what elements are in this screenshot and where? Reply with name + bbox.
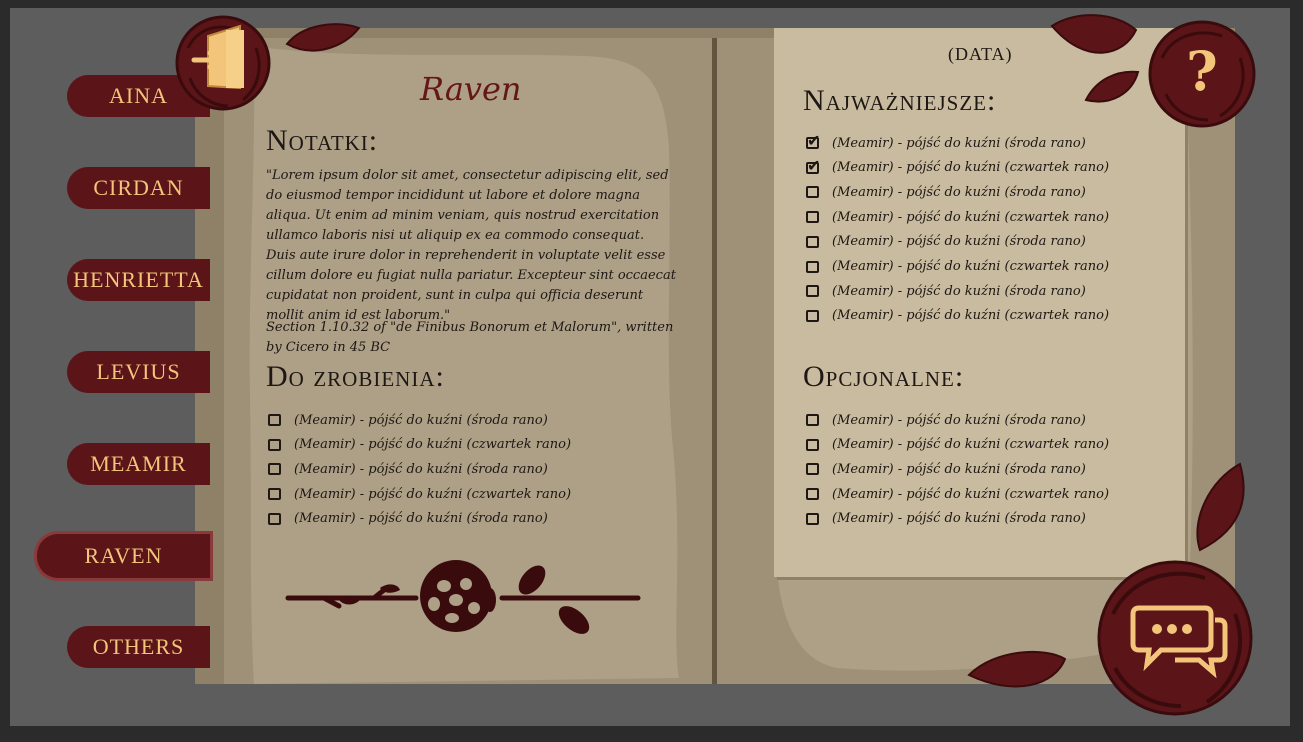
tab-raven[interactable]: RAVEN	[37, 534, 210, 578]
book-spine	[712, 38, 717, 684]
todo-item[interactable]: (Meamir) - pójść do kuźni (środa rano)	[268, 508, 548, 530]
optional-item[interactable]: (Meamir) - pójść do kuźni (środa rano)	[806, 508, 1086, 530]
todo-item[interactable]: (Meamir) - pójść do kuźni (środa rano)	[268, 409, 548, 431]
todo-item[interactable]: (Meamir) - pójść do kuźni (czwartek rano…	[268, 434, 571, 456]
rose-petal-decoration	[285, 23, 361, 52]
todo-item-text: (Meamir) - pójść do kuźni (środa rano)	[294, 461, 548, 477]
rose-vine-divider	[285, 560, 641, 634]
checkbox[interactable]	[806, 260, 819, 273]
checkbox[interactable]	[806, 488, 819, 501]
important-item[interactable]: (Meamir) - pójść do kuźni (czwartek rano…	[806, 305, 1109, 327]
checked-checkbox[interactable]	[806, 156, 820, 175]
checkbox[interactable]	[268, 488, 281, 501]
optional-item-text: (Meamir) - pójść do kuźni (czwartek rano…	[832, 437, 1110, 453]
important-item-text: (Meamir) - pójść do kuźni (środa rano)	[832, 184, 1086, 200]
todo-item-text: (Meamir) - pójść do kuźni (środa rano)	[294, 511, 548, 527]
todo-item-text: (Meamir) - pójść do kuźni (czwartek rano…	[294, 486, 572, 502]
checkbox[interactable]	[806, 414, 819, 426]
todo-heading: Do zrobienia:	[266, 360, 445, 393]
important-item[interactable]: (Meamir) - pójść do kuźni (środa rano)	[806, 280, 1086, 302]
tab-henrietta[interactable]: HENRIETTA	[67, 259, 210, 301]
checked-checkbox[interactable]	[806, 131, 820, 150]
checkbox[interactable]	[268, 438, 281, 451]
important-item[interactable]: (Meamir) - pójść do kuźni (środa rano)	[806, 181, 1086, 203]
question-mark-icon: ?	[1148, 20, 1256, 128]
important-item-text: (Meamir) - pójść do kuźni (środa rano)	[832, 234, 1086, 250]
tab-meamir[interactable]: MEAMIR	[67, 443, 210, 485]
important-item-text: (Meamir) - pójść do kuźni (czwartek rano…	[832, 259, 1110, 274]
todo-item[interactable]: (Meamir) - pójść do kuźni (czwartek rano…	[268, 483, 571, 505]
optional-item[interactable]: (Meamir) - pójść do kuźni (czwartek rano…	[806, 483, 1109, 505]
checkbox[interactable]	[806, 309, 819, 322]
important-item-text: (Meamir) - pójść do kuźni (czwartek rano…	[832, 160, 1110, 176]
important-item-text: (Meamir) - pójść do kuźni (czwartek rano…	[832, 209, 1110, 225]
checkbox[interactable]	[268, 414, 281, 426]
important-item[interactable]: (Meamir) - pójść do kuźni (środa rano)	[806, 131, 1086, 154]
optional-item-text: (Meamir) - pójść do kuźni (środa rano)	[832, 461, 1086, 477]
checkbox[interactable]	[806, 512, 819, 525]
rose-petals-decoration	[1050, 14, 1140, 103]
tab-others[interactable]: OTHERS	[67, 626, 210, 668]
checkbox[interactable]	[806, 186, 819, 199]
optional-item-text: (Meamir) - pójść do kuźni (czwartek rano…	[832, 486, 1110, 502]
optional-item-text: (Meamir) - pójść do kuźni (środa rano)	[832, 412, 1086, 428]
tab-cirdan[interactable]: CIRDAN	[67, 167, 210, 209]
checkbox[interactable]	[806, 438, 819, 451]
exit-door-icon	[175, 15, 271, 111]
checkbox[interactable]	[268, 512, 281, 525]
help-button[interactable]: ?	[1140, 14, 1262, 132]
notes-text: "Lorem ipsum dolor sit amet, consectetur…	[266, 168, 676, 323]
optional-item[interactable]: (Meamir) - pójść do kuźni (czwartek rano…	[806, 434, 1109, 456]
optional-heading: Opcjonalne:	[803, 360, 965, 393]
chat-bubbles-icon	[1097, 560, 1253, 716]
todo-item-text: (Meamir) - pójść do kuźni (środa rano)	[294, 412, 548, 428]
exit-button[interactable]	[168, 8, 283, 116]
notes-citation: Section 1.10.32 of "de Finibus Bonorum e…	[266, 320, 674, 355]
important-item-text: (Meamir) - pójść do kuźni (środa rano)	[832, 283, 1086, 299]
character-title: Raven	[420, 70, 522, 108]
checkbox[interactable]	[806, 235, 819, 248]
todo-item-text: (Meamir) - pójść do kuźni (czwartek rano…	[294, 437, 572, 453]
rose-petal-decoration	[1196, 462, 1245, 552]
important-item-text: (Meamir) - pójść do kuźni (czwartek rano…	[832, 308, 1110, 324]
important-item[interactable]: (Meamir) - pójść do kuźni (czwartek rano…	[806, 156, 1110, 179]
optional-item-text: (Meamir) - pójść do kuźni (środa rano)	[832, 511, 1086, 527]
important-item[interactable]: (Meamir) - pójść do kuźni (czwartek rano…	[806, 206, 1109, 228]
svg-text:?: ?	[1186, 39, 1218, 103]
notes-heading: Notatki:	[266, 124, 379, 157]
tab-levius[interactable]: LEVIUS	[67, 351, 210, 393]
date-label: (DATA)	[948, 44, 1013, 64]
important-heading: Najważniejsze:	[803, 84, 997, 117]
checkbox[interactable]	[268, 463, 281, 476]
optional-item[interactable]: (Meamir) - pójść do kuźni (środa rano)	[806, 409, 1086, 431]
important-item-text: (Meamir) - pójść do kuźni (środa rano)	[832, 135, 1086, 151]
checkbox[interactable]	[806, 211, 819, 224]
checkbox[interactable]	[806, 463, 819, 476]
todo-item[interactable]: (Meamir) - pójść do kuźni (środa rano)	[268, 458, 548, 480]
checkbox[interactable]	[806, 285, 819, 298]
chat-button[interactable]	[1085, 556, 1263, 718]
rose-petal-decoration	[967, 650, 1067, 688]
important-item[interactable]: (Meamir) - pójść do kuźni (środa rano)	[806, 231, 1086, 253]
optional-item[interactable]: (Meamir) - pójść do kuźni (środa rano)	[806, 458, 1086, 480]
important-item[interactable]: (Meamir) - pójść do kuźni (czwartek rano…	[806, 256, 1109, 278]
